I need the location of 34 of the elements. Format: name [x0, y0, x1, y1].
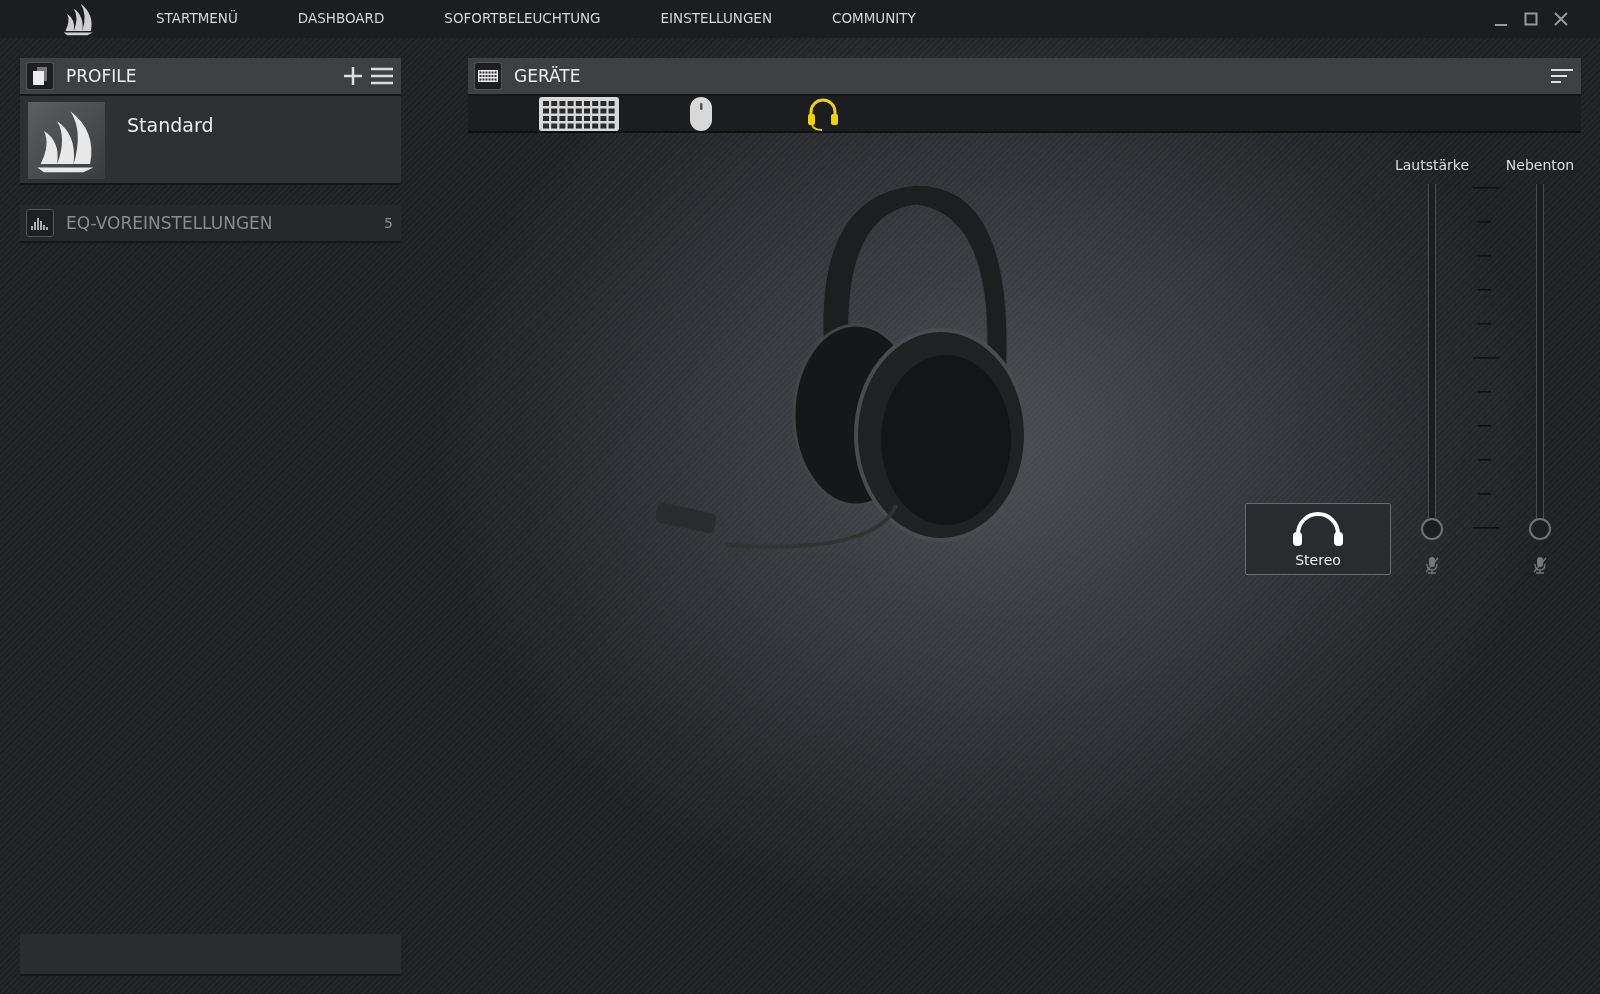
profile-name: Standard — [127, 114, 214, 138]
slider-thumb[interactable] — [1421, 518, 1443, 540]
close-icon — [1554, 12, 1568, 26]
devices-title: GERÄTE — [514, 66, 581, 86]
equalizer-icon — [26, 209, 54, 237]
keyboard-icon — [474, 62, 502, 90]
headphones-icon — [1290, 510, 1346, 546]
pages-icon — [26, 62, 54, 90]
slider-label: Lautstärke — [1394, 157, 1470, 175]
slider-thumb[interactable] — [1529, 518, 1551, 540]
slider-label: Nebenton — [1505, 157, 1575, 175]
muted-microphone-icon — [1425, 556, 1439, 574]
keyboard-icon — [539, 97, 619, 131]
close-button[interactable] — [1552, 10, 1570, 28]
mouse-icon — [690, 97, 712, 131]
stereo-button[interactable]: Stereo — [1245, 503, 1391, 575]
profiles-title: PROFILE — [66, 66, 137, 86]
nav-tab[interactable]: SOFORTBELEUCHTUNG — [444, 10, 601, 28]
headset-icon — [806, 97, 840, 131]
sort-icon[interactable] — [1551, 68, 1573, 84]
nav-tab[interactable]: EINSTELLUNGEN — [660, 10, 772, 28]
eq-presets-header[interactable]: EQ-VOREINSTELLUNGEN 5 — [20, 205, 401, 243]
profile-item[interactable]: Standard — [20, 96, 401, 185]
eq-presets-title: EQ-VOREINSTELLUNGEN — [66, 213, 273, 233]
nav-tab[interactable]: DASHBOARD — [297, 10, 385, 28]
nav-tab[interactable]: COMMUNITY — [832, 10, 916, 28]
minimize-icon — [1495, 24, 1507, 26]
muted-microphone-icon — [1533, 556, 1547, 574]
eq-presets-count: 5 — [384, 215, 393, 231]
menu-icon[interactable] — [371, 67, 393, 85]
nav-tab[interactable]: STARTMENÜ — [156, 10, 238, 28]
maximize-button[interactable] — [1522, 10, 1540, 28]
maximize-icon — [1524, 12, 1538, 26]
add-icon[interactable] — [343, 66, 363, 86]
